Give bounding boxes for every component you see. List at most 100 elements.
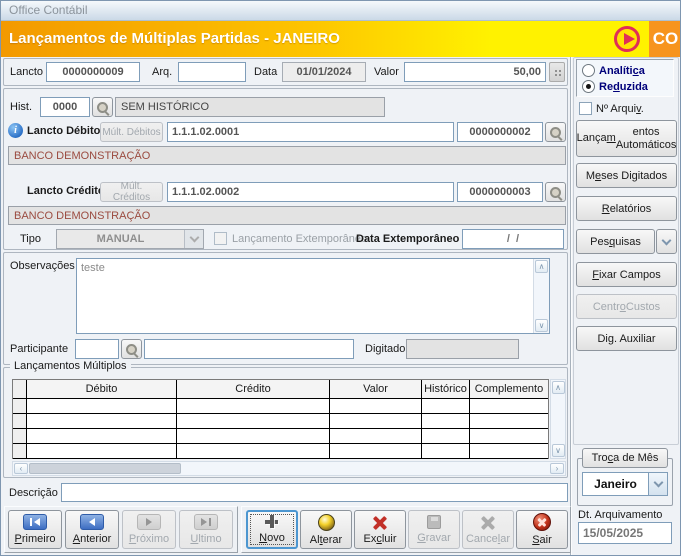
cancel-x-icon [480,515,496,530]
arq-input[interactable] [178,62,246,82]
debito-conta-input[interactable] [167,122,454,142]
excluir-label: Excluir [363,533,396,545]
grid-header-debito[interactable]: Débito [27,380,177,398]
grid-vscrollbar[interactable]: ∧ ∨ [550,379,566,459]
data-extemporaneo-input[interactable] [462,229,564,249]
window-titlebar: Office Contábil [1,1,680,21]
mult-debitos-button[interactable]: Múlt. Débitos [100,122,163,142]
tipo-select[interactable]: MANUAL [56,229,204,249]
scroll-down-icon[interactable]: ∨ [552,444,565,457]
debito-conta-nome: BANCO DEMONSTRAÇÃO [8,146,566,165]
alterar-button[interactable]: Alterar [300,510,352,549]
meses-digitados-button[interactable]: Meses Digitados [576,163,677,188]
credito-conta-input[interactable] [167,182,454,202]
lancamentos-automaticos-button[interactable]: Lançamentos Automáticos [576,120,677,157]
mes-select[interactable]: Janeiro [582,472,668,496]
ultimo-button[interactable]: Ultimo [179,510,233,549]
hist-code-input[interactable] [40,97,90,117]
scrollbar-thumb[interactable] [29,463,181,474]
descricao-label: Descrição [9,487,58,499]
reduzida-label: Reduzida [599,81,648,93]
participante-label: Participante [10,343,68,355]
troca-de-mes-button[interactable]: Troca de Mês [582,448,668,468]
credito-lancto-input[interactable] [457,182,543,202]
header-fields-group: Lancto Arq. Data Valor [3,58,568,86]
grid-group: Lançamentos Múltiplos Débito Crédito Val… [3,367,568,478]
lancto-label: Lancto [10,66,43,78]
pesquisas-dropdown-button[interactable] [656,229,677,254]
info-icon [8,123,23,138]
scroll-up-icon[interactable]: ∧ [552,381,565,394]
grid-row[interactable] [13,444,548,459]
grid-table[interactable]: Débito Crédito Valor Histórico Complemen… [12,379,549,459]
window-title: Office Contábil [9,3,88,17]
dig-auxiliar-button[interactable]: Dig. Auxiliar [576,326,677,351]
credito-search-button[interactable] [545,182,566,202]
arq-label: Arq. [152,66,172,78]
grid-header-valor[interactable]: Valor [330,380,422,398]
grid-hscrollbar[interactable]: ‹ › [12,461,566,476]
sair-label: Sair [532,534,552,546]
scroll-up-icon[interactable]: ∧ [535,260,548,273]
grid-row[interactable] [13,414,548,429]
centro-custos-button[interactable]: Centro Custos [576,294,677,319]
last-record-icon [194,514,218,530]
exit-icon [533,513,551,531]
delete-x-icon [372,515,388,530]
analitica-label: Analítica [599,65,645,77]
fixar-campos-button[interactable]: Fixar Campos [576,262,677,287]
scroll-down-icon[interactable]: ∨ [535,319,548,332]
gravar-button[interactable]: Gravar [408,510,460,549]
dt-arquivamento-input[interactable] [578,522,672,544]
digitador-label: Digitador [365,343,409,355]
novo-button[interactable]: Novo [246,510,298,549]
grid-indicator-header [13,380,27,398]
data-input[interactable] [282,62,366,82]
digitador-display [406,339,519,359]
pesquisas-button[interactable]: Pesquisas [576,229,655,254]
data-label: Data [254,66,277,78]
participante-search-button[interactable] [121,339,142,359]
participante-code-input[interactable] [75,339,119,359]
observacoes-textarea[interactable]: teste ∧ ∨ [76,258,550,334]
debito-lancto-input[interactable] [457,122,543,142]
primeiro-button[interactable]: Primeiro [8,510,62,549]
descricao-input[interactable] [61,483,568,502]
observacoes-scrollbar[interactable]: ∧ ∨ [533,259,549,333]
extemporaneo-checkbox[interactable] [214,232,227,245]
hist-search-button[interactable] [92,97,113,117]
next-record-icon [137,514,161,530]
sair-button[interactable]: Sair [516,510,568,549]
proximo-label: Próximo [129,533,169,545]
edit-icon [318,514,335,531]
data-extemporaneo-label: Data Extemporâneo [356,233,459,245]
scroll-left-icon[interactable]: ‹ [14,463,28,474]
grid-header-credito[interactable]: Crédito [177,380,330,398]
view-mode-group: Analítica Reduzida [576,59,674,97]
participante-nome-input[interactable] [144,339,354,359]
grid-row[interactable] [13,429,548,444]
logo-co: CO [649,21,681,57]
excluir-button[interactable]: Excluir [354,510,406,549]
anterior-button[interactable]: Anterior [65,510,119,549]
proximo-button[interactable]: Próximo [122,510,176,549]
lancto-input[interactable] [46,62,140,82]
cancelar-button[interactable]: Cancelar [462,510,514,549]
grid-header-historico[interactable]: Histórico [422,380,470,398]
debito-search-button[interactable] [545,122,566,142]
anterior-label: Anterior [73,533,112,545]
application-window: Office Contábil Lançamentos de Múltiplas… [0,0,681,556]
column-divider [570,57,572,556]
tipo-value: MANUAL [57,230,184,248]
scroll-right-icon[interactable]: › [550,463,564,474]
valor-input[interactable] [404,62,546,82]
radio-analitica[interactable]: Analítica [582,64,668,77]
relatorios-button[interactable]: Relatórios [576,196,677,221]
grid-header-complemento[interactable]: Complemento [470,380,548,398]
grid-row[interactable] [13,399,548,414]
mult-creditos-button[interactable]: Múlt. Créditos [100,182,163,202]
radio-reduzida[interactable]: Reduzida [582,80,668,93]
valor-ellipsis-button[interactable] [549,62,565,82]
num-arquiv-checkbox[interactable] [579,102,592,115]
lancamento-group: Hist. SEM HISTÓRICO Lancto Débito Múlt. … [3,88,568,250]
